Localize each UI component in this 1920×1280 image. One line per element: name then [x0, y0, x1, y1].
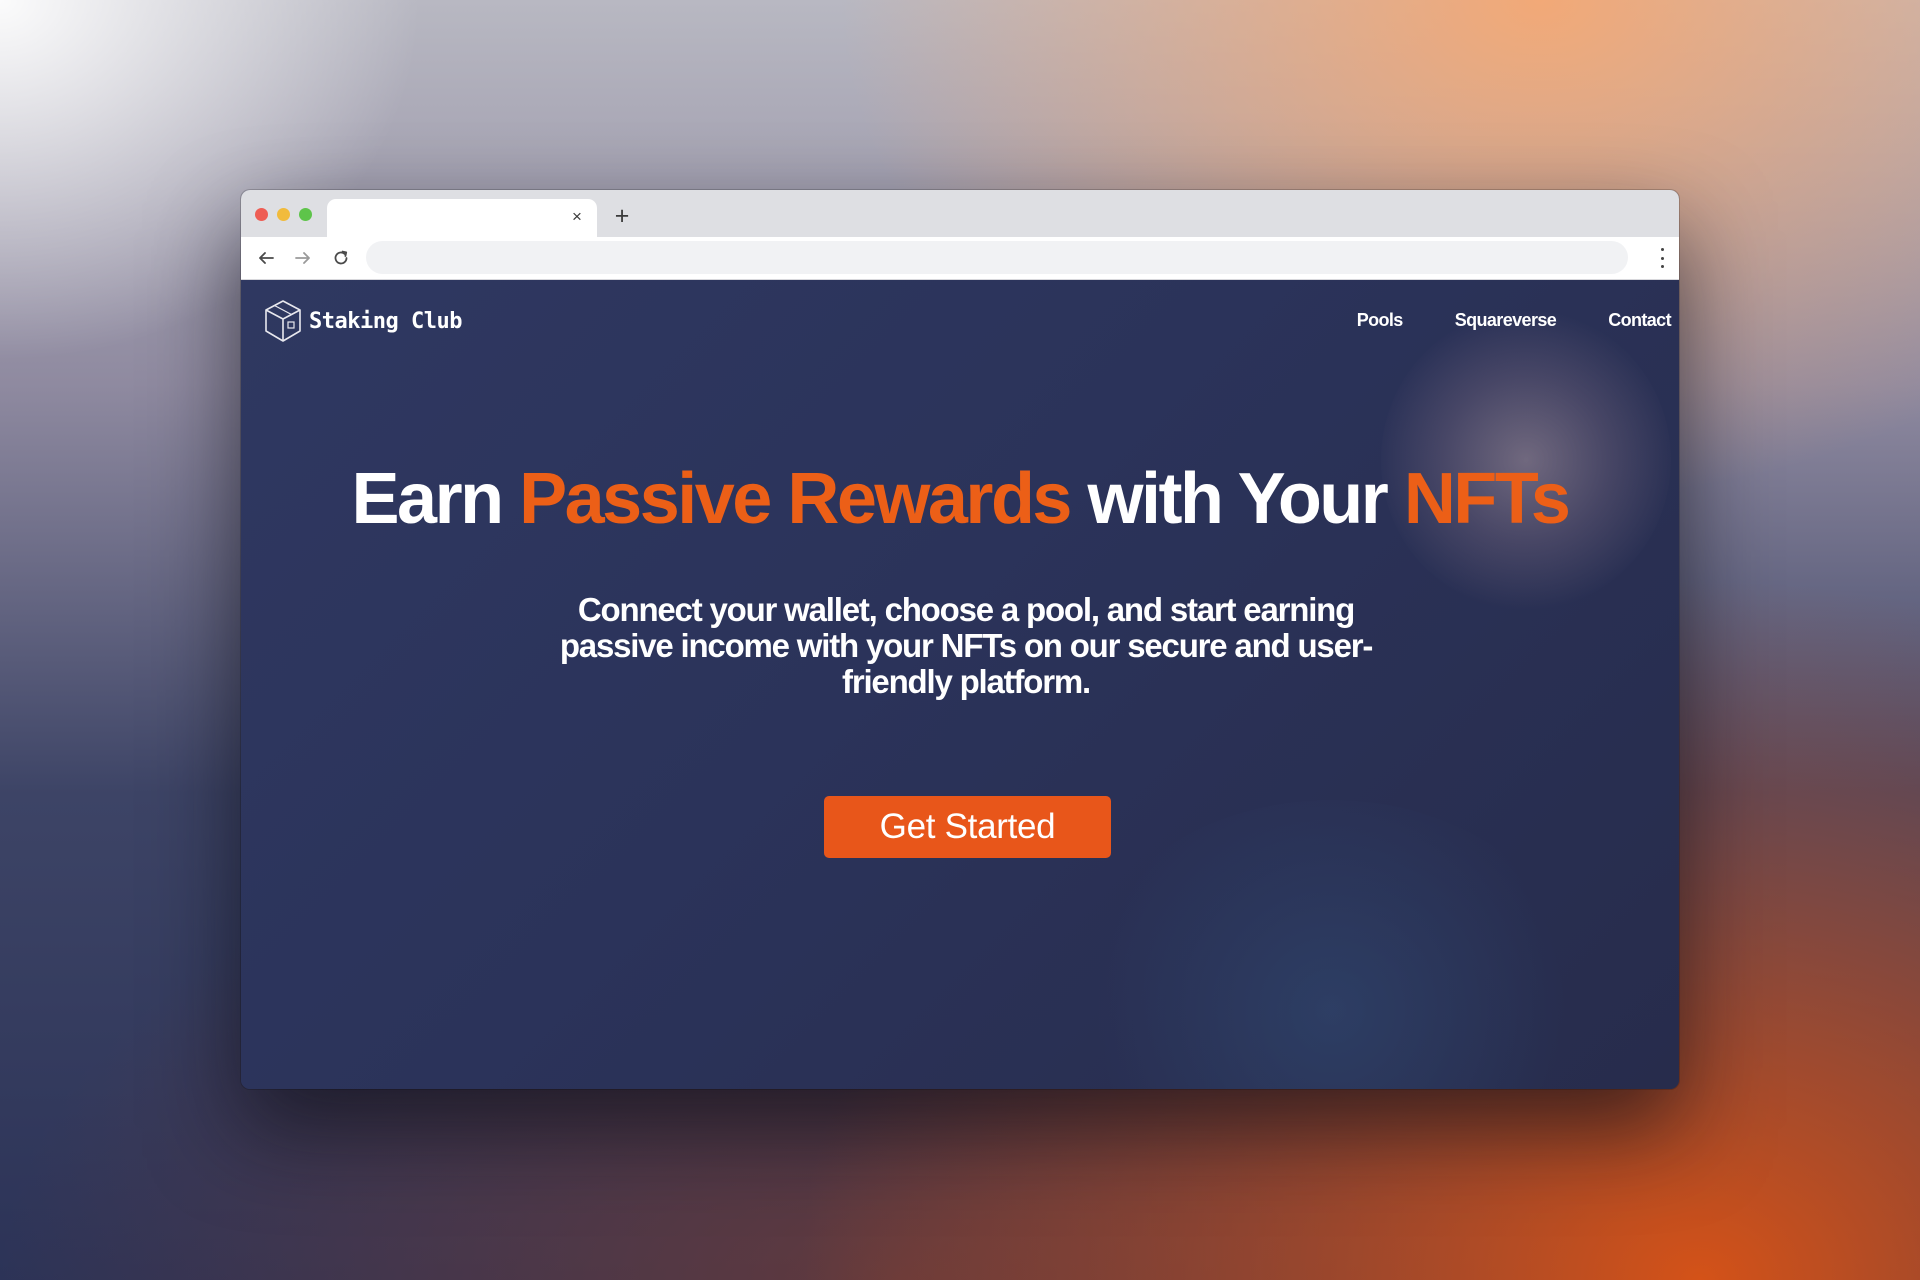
forward-arrow-icon	[295, 252, 310, 264]
nav-link-squareverse[interactable]: Squareverse	[1455, 310, 1557, 331]
hero-title-accent-2: NFTs	[1403, 459, 1571, 539]
tab-close-icon[interactable]: ×	[567, 207, 587, 227]
browser-tab[interactable]: ×	[327, 199, 597, 237]
hero-title-part-2: with Your	[1069, 459, 1404, 539]
new-tab-button[interactable]: +	[610, 204, 634, 229]
site-logo[interactable]: Staking Club	[263, 298, 462, 344]
kebab-menu-icon[interactable]	[1659, 248, 1665, 268]
address-bar[interactable]	[366, 241, 1628, 274]
back-button[interactable]	[252, 244, 280, 272]
reload-icon	[334, 250, 348, 265]
tab-strip: × +	[241, 190, 1679, 237]
nav-links: Pools Squareverse Contact	[1357, 310, 1672, 331]
minimize-window-button[interactable]	[277, 208, 290, 221]
back-arrow-icon	[259, 252, 274, 264]
window-controls	[255, 208, 312, 221]
hero-subtitle: Connect your wallet, choose a pool, and …	[559, 591, 1374, 700]
page-viewport: Staking Club Pools Squareverse Contact E…	[241, 280, 1679, 1089]
browser-toolbar	[241, 237, 1679, 280]
get-started-button[interactable]: Get Started	[824, 796, 1111, 858]
close-window-button[interactable]	[255, 208, 268, 221]
browser-window: × + Staking Club Pools Squareverse Conta…	[241, 190, 1679, 1089]
hero-title-accent-1: Passive Rewards	[519, 459, 1072, 539]
hero-title: Earn Passive Rewards with Your NFTs	[241, 458, 1679, 540]
site-navbar: Staking Club Pools Squareverse Contact	[241, 280, 1679, 362]
reload-button[interactable]	[327, 244, 355, 272]
forward-button[interactable]	[289, 244, 317, 272]
maximize-window-button[interactable]	[299, 208, 312, 221]
nav-link-pools[interactable]: Pools	[1357, 310, 1404, 331]
cube-logo-icon	[263, 298, 303, 344]
brand-name: Staking Club	[309, 308, 462, 334]
hero-title-part-1: Earn	[351, 459, 520, 539]
background-glow-blue	[1071, 800, 1591, 1089]
nav-link-contact[interactable]: Contact	[1608, 310, 1671, 331]
